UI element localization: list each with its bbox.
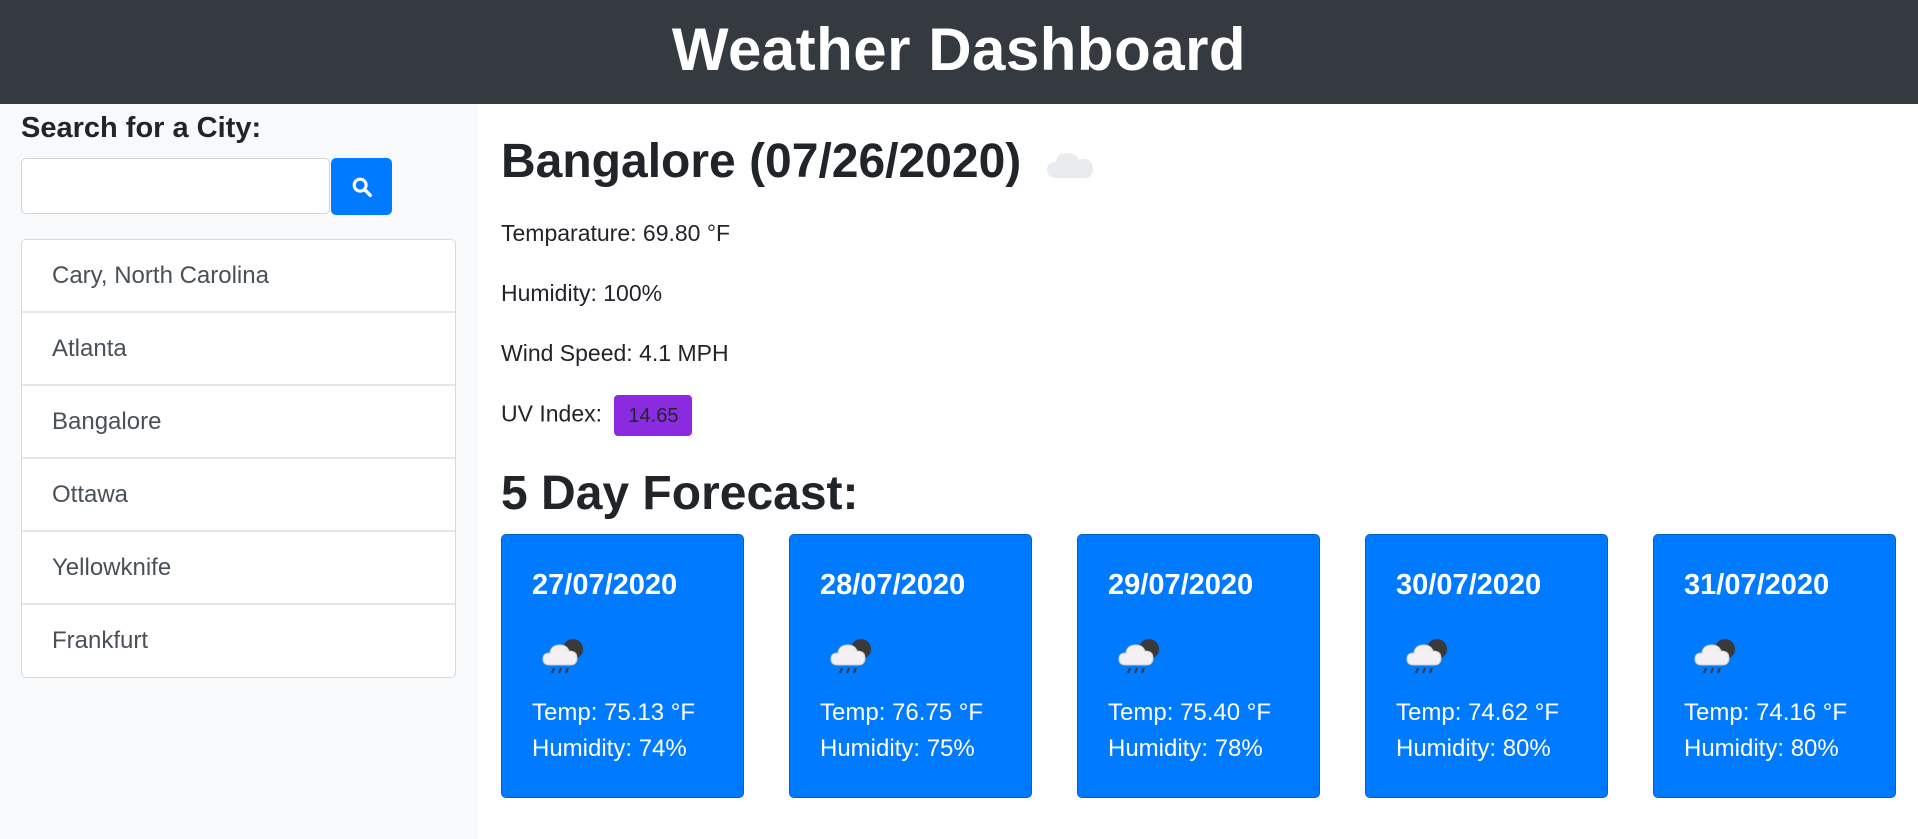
- city-item-ottawa[interactable]: Ottawa: [22, 459, 455, 532]
- uv-index-label: UV Index:: [501, 400, 602, 427]
- forecast-temp: Temp: 76.75 °F: [820, 699, 984, 726]
- forecast-card: 31/07/2020 Temp: 74.16 °F Humidity: 80%: [1653, 534, 1896, 798]
- city-item-bangalore[interactable]: Bangalore: [22, 386, 455, 459]
- forecast-temp: Temp: 75.40 °F: [1108, 699, 1272, 726]
- search-history-list: Cary, North Carolina Atlanta Bangalore O…: [21, 239, 456, 678]
- forecast-date: 30/07/2020: [1396, 569, 1542, 601]
- forecast-card: 27/07/2020 Temp: 75.13 °F Humidity: 74%: [501, 534, 744, 798]
- forecast-date: 29/07/2020: [1108, 569, 1254, 601]
- current-temperature: Temparature: 69.80 °F: [501, 220, 731, 246]
- search-icon: [352, 177, 372, 197]
- current-weather-heading: Bangalore (07/26/2020): [501, 134, 1095, 189]
- current-humidity: Humidity: 100%: [501, 280, 663, 306]
- forecast-humidity: Humidity: 78%: [1108, 735, 1263, 762]
- rain-cloud-icon: [830, 639, 871, 674]
- forecast-date: 31/07/2020: [1684, 569, 1830, 601]
- city-item-frankfurt[interactable]: Frankfurt: [22, 605, 455, 677]
- uv-index-badge: 14.65: [614, 395, 693, 436]
- search-button[interactable]: [331, 158, 392, 215]
- rain-cloud-icon: [1406, 639, 1447, 674]
- city-item-yellowknife[interactable]: Yellowknife: [22, 532, 455, 605]
- forecast-humidity: Humidity: 75%: [820, 735, 975, 762]
- forecast-date: 28/07/2020: [820, 569, 966, 601]
- rain-cloud-icon: [1118, 639, 1159, 674]
- page-title: Weather Dashboard: [671, 15, 1247, 83]
- forecast-humidity: Humidity: 80%: [1684, 735, 1839, 762]
- city-item-atlanta[interactable]: Atlanta: [22, 313, 455, 386]
- rain-cloud-icon: [1694, 639, 1735, 674]
- forecast-title: 5 Day Forecast:: [501, 467, 859, 520]
- search-label: Search for a City:: [21, 112, 262, 144]
- cloud-icon: [1047, 152, 1094, 178]
- forecast-temp: Temp: 75.13 °F: [532, 699, 696, 726]
- page-header: Weather Dashboard: [0, 0, 1918, 104]
- forecast-card: 30/07/2020 Temp: 74.62 °F Humidity: 80%: [1365, 534, 1608, 798]
- forecast-card: 28/07/2020 Temp: 76.75 °F Humidity: 75%: [789, 534, 1032, 798]
- forecast-temp: Temp: 74.62 °F: [1396, 699, 1560, 726]
- current-city-title: Bangalore (07/26/2020): [501, 135, 1022, 188]
- rain-cloud-icon: [542, 639, 583, 674]
- main-content: Bangalore (07/26/2020) Temparature: 69.8…: [478, 104, 1918, 839]
- forecast-humidity: Humidity: 80%: [1396, 735, 1551, 762]
- current-wind-speed: Wind Speed: 4.1 MPH: [501, 340, 729, 366]
- forecast-date: 27/07/2020: [532, 569, 678, 601]
- city-item-cary[interactable]: Cary, North Carolina: [22, 240, 455, 313]
- forecast-humidity: Humidity: 74%: [532, 735, 687, 762]
- current-uv-row: UV Index: 14.65: [501, 395, 693, 436]
- search-input[interactable]: [21, 158, 330, 214]
- forecast-temp: Temp: 74.16 °F: [1684, 699, 1848, 726]
- forecast-card: 29/07/2020 Temp: 75.40 °F Humidity: 78%: [1077, 534, 1320, 798]
